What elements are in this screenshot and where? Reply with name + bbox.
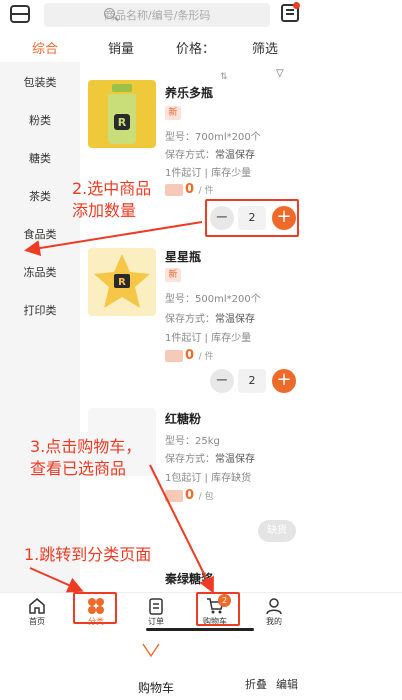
arrow-step1 [29, 567, 84, 593]
arrow-step3 [149, 464, 214, 594]
arrow-step2 [24, 221, 203, 256]
annotation-arrows [24, 221, 214, 594]
